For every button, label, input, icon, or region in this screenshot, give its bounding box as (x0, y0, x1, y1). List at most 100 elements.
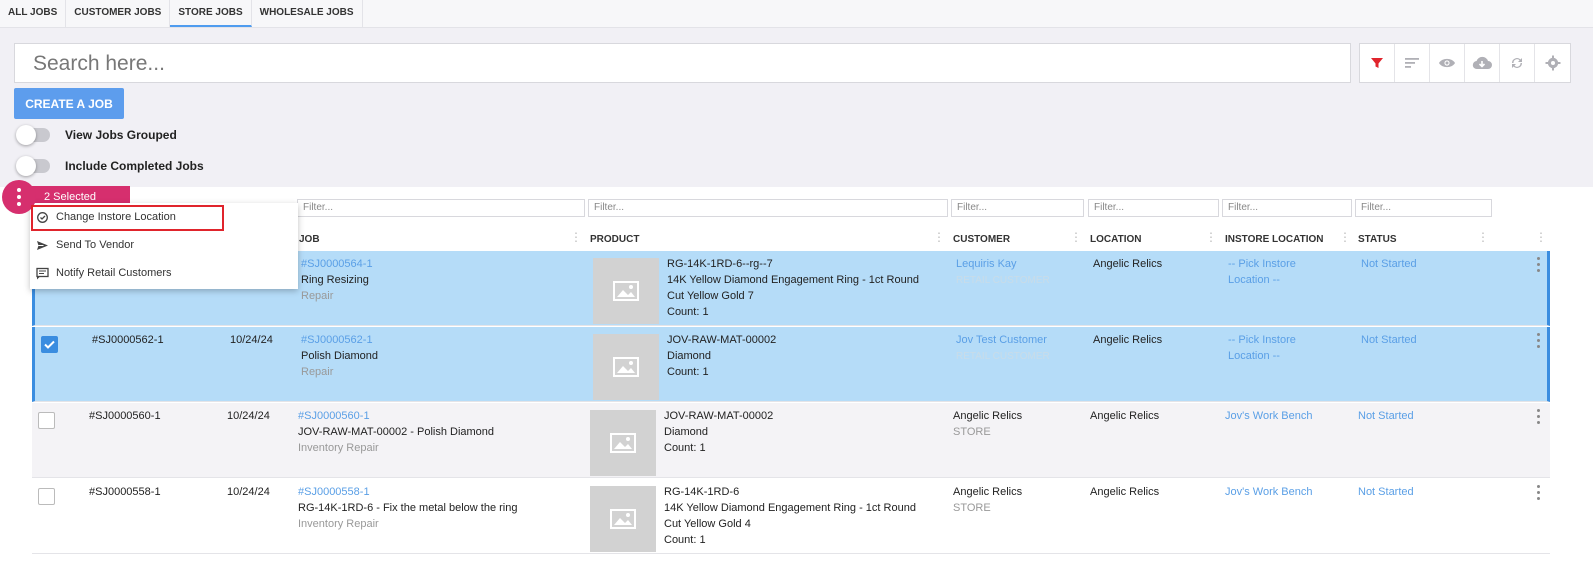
row-checkbox[interactable] (41, 336, 58, 353)
message-icon (36, 267, 49, 279)
product-name-cont: Cut Yellow Gold 7 (667, 290, 754, 302)
table-row[interactable]: #SJ0000562-1 10/24/24 #SJ0000562-1 Polis… (32, 327, 1550, 402)
instore-location-link[interactable]: -- Pick Instore (1228, 257, 1296, 273)
job-date: 10/24/24 (230, 334, 273, 346)
customer-type: RETAIL CUSTOMER (956, 351, 1050, 362)
column-menu-icon[interactable]: ⋮ (1070, 230, 1082, 244)
status: Not Started (1361, 258, 1417, 270)
column-header-product[interactable]: PRODUCT (590, 234, 639, 245)
customer-name: Angelic Relics (953, 486, 1023, 498)
column-header-job[interactable]: JOB (299, 234, 320, 245)
menu-item-label: Notify Retail Customers (56, 267, 172, 279)
row-checkbox[interactable] (38, 488, 55, 505)
row-menu-icon[interactable] (1537, 409, 1540, 424)
product-name: Diamond (664, 426, 709, 438)
table-row[interactable]: #SJ0000558-1 10/24/24 #SJ0000558-1 RG-14… (32, 479, 1550, 554)
job-type: Repair (301, 366, 334, 378)
menu-item-notify-retail-customers[interactable]: Notify Retail Customers (34, 262, 172, 284)
job-type: Inventory Repair (298, 442, 379, 454)
column-menu-icon[interactable]: ⋮ (570, 230, 582, 244)
product-image-icon (590, 410, 656, 476)
bulk-actions-menu: Change Instore Location Send To Vendor N… (30, 203, 298, 289)
search-input[interactable]: Search here... (14, 43, 1351, 83)
bulk-actions-button[interactable] (2, 180, 36, 214)
location: Angelic Relics (1093, 258, 1163, 270)
cloud-download-icon[interactable] (1465, 44, 1500, 82)
product-image-icon (590, 486, 656, 552)
menu-item-label: Send To Vendor (56, 239, 135, 251)
column-menu-icon[interactable]: ⋮ (1205, 230, 1217, 244)
location-filter[interactable]: Filter... (1088, 199, 1219, 217)
sort-icon[interactable] (1395, 44, 1430, 82)
job-date: 10/24/24 (227, 486, 270, 498)
customer-type: RETAIL CUSTOMER (956, 275, 1050, 286)
instore-location-link[interactable]: -- Pick Instore (1228, 333, 1296, 349)
product-count: Count: 1 (664, 442, 706, 454)
menu-item-label: Change Instore Location (56, 211, 176, 223)
product-name-cont: Cut Yellow Gold 4 (664, 518, 751, 530)
job-id: #SJ0000560-1 (89, 410, 161, 422)
job-link[interactable]: #SJ0000558-1 (298, 485, 370, 501)
product-count: Count: 1 (667, 306, 709, 318)
product-name: Diamond (667, 350, 712, 362)
job-title: RG-14K-1RD-6 - Fix the metal below the r… (298, 502, 518, 514)
menu-item-change-instore-location[interactable]: Change Instore Location (34, 206, 176, 228)
table-row[interactable]: #SJ0000560-1 10/24/24 #SJ0000560-1 JOV-R… (32, 403, 1550, 478)
location: Angelic Relics (1090, 486, 1160, 498)
instore-location-link[interactable]: Jov's Work Bench (1225, 485, 1312, 501)
menu-item-send-to-vendor[interactable]: Send To Vendor (34, 234, 134, 256)
job-id: #SJ0000562-1 (92, 334, 164, 346)
product-sku: RG-14K-1RD-6--rg--7 (667, 258, 773, 270)
product-count: Count: 1 (664, 534, 706, 546)
gear-icon[interactable] (1535, 44, 1570, 82)
job-title: JOV-RAW-MAT-00002 - Polish Diamond (298, 426, 495, 438)
instore-location-link-cont[interactable]: Location -- (1228, 273, 1280, 289)
status: Not Started (1361, 334, 1417, 346)
customer-link[interactable]: Lequiris Kay (956, 257, 1017, 273)
column-menu-icon[interactable]: ⋮ (1535, 230, 1547, 244)
product-count: Count: 1 (667, 366, 709, 378)
eye-icon[interactable] (1430, 44, 1465, 82)
column-menu-icon[interactable]: ⋮ (1339, 230, 1351, 244)
column-header-customer[interactable]: CUSTOMER (953, 234, 1010, 245)
job-title: Ring Resizing (301, 274, 369, 286)
customer-type: STORE (953, 502, 991, 514)
customer-filter[interactable]: Filter... (951, 199, 1084, 217)
instore-location-filter[interactable]: Filter... (1222, 199, 1352, 217)
product-filter[interactable]: Filter... (588, 199, 948, 217)
location: Angelic Relics (1093, 334, 1163, 346)
status: Not Started (1358, 410, 1414, 422)
tab-all-jobs[interactable]: ALL JOBS (0, 0, 67, 27)
job-link[interactable]: #SJ0000564-1 (301, 257, 373, 273)
location-pin-icon (37, 211, 48, 223)
column-header-instore-location[interactable]: INSTORE LOCATION (1225, 234, 1324, 245)
include-completed-toggle[interactable] (16, 156, 50, 176)
view-grouped-toggle[interactable] (16, 125, 50, 145)
row-menu-icon[interactable] (1537, 485, 1540, 500)
customer-link[interactable]: Jov Test Customer (956, 333, 1047, 349)
job-filter[interactable]: Filter... (297, 199, 585, 217)
refresh-icon[interactable] (1500, 44, 1535, 82)
instore-location-link[interactable]: Jov's Work Bench (1225, 409, 1312, 425)
include-completed-label: Include Completed Jobs (65, 159, 204, 173)
job-link[interactable]: #SJ0000560-1 (298, 409, 370, 425)
product-name: 14K Yellow Diamond Engagement Ring - 1ct… (664, 502, 916, 514)
status: Not Started (1358, 486, 1414, 498)
tab-customer-jobs[interactable]: CUSTOMER JOBS (66, 0, 171, 27)
status-filter[interactable]: Filter... (1355, 199, 1492, 217)
column-menu-icon[interactable]: ⋮ (1477, 230, 1489, 244)
row-menu-icon[interactable] (1537, 257, 1540, 272)
tab-wholesale-jobs[interactable]: WHOLESALE JOBS (252, 0, 363, 27)
column-header-status[interactable]: STATUS (1358, 234, 1397, 245)
tab-store-jobs[interactable]: STORE JOBS (170, 0, 252, 27)
create-job-button[interactable]: CREATE A JOB (14, 88, 124, 119)
column-header-location[interactable]: LOCATION (1090, 234, 1141, 245)
row-checkbox[interactable] (38, 412, 55, 429)
filter-icon[interactable] (1360, 44, 1395, 82)
product-sku: RG-14K-1RD-6 (664, 486, 740, 498)
job-link[interactable]: #SJ0000562-1 (301, 333, 373, 349)
instore-location-link-cont[interactable]: Location -- (1228, 349, 1280, 365)
row-menu-icon[interactable] (1537, 333, 1540, 348)
column-menu-icon[interactable]: ⋮ (933, 230, 945, 244)
product-name: 14K Yellow Diamond Engagement Ring - 1ct… (667, 274, 919, 286)
